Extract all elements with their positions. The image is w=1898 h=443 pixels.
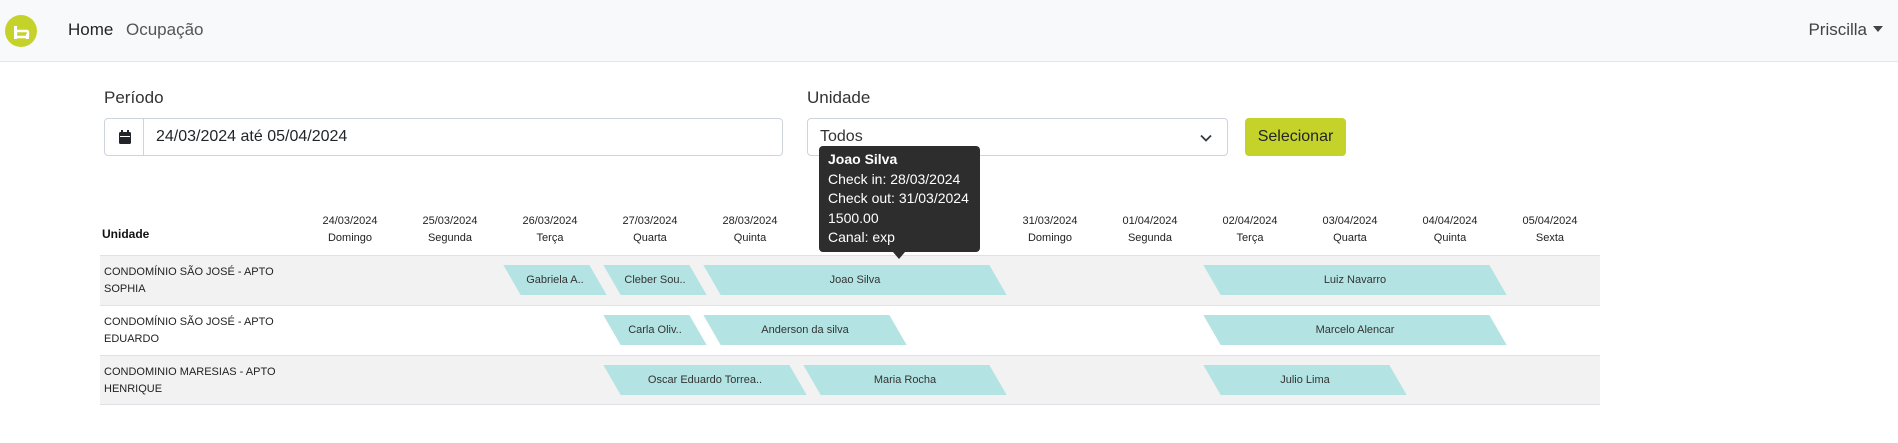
day-column-header: 28/03/2024 Quinta bbox=[700, 213, 800, 247]
booking-bar[interactable]: Maria Rocha bbox=[803, 365, 1007, 395]
booking-bar[interactable]: Joao Silva bbox=[703, 265, 1007, 295]
day-weekday: Domingo bbox=[1027, 232, 1073, 244]
calendar-icon bbox=[119, 130, 131, 144]
day-date: 31/03/2024 bbox=[1022, 215, 1078, 227]
caret-down-icon bbox=[1873, 26, 1883, 32]
day-date: 24/03/2024 bbox=[322, 215, 378, 227]
day-weekday: Terça bbox=[1236, 232, 1264, 244]
periodo-input-group: 24/03/2024 até 05/04/2024 bbox=[104, 118, 783, 156]
unit-name: CONDOMINIO MARESIAS - APTO HENRIQUE bbox=[104, 366, 276, 395]
day-date: 03/04/2024 bbox=[1322, 215, 1378, 227]
day-date: 27/03/2024 bbox=[622, 215, 678, 227]
unit-row: CONDOMÍNIO SÃO JOSÉ - APTO SOPHIA Gabriel… bbox=[100, 255, 1600, 305]
booking-bar[interactable]: Anderson da silva bbox=[703, 315, 907, 345]
tooltip-channel: Canal: exp bbox=[828, 229, 895, 245]
booking-guest-name: Maria Rocha bbox=[873, 374, 937, 386]
calendar-button[interactable] bbox=[104, 118, 144, 156]
day-column-header: 26/03/2024 Terça bbox=[500, 213, 600, 247]
day-date: 26/03/2024 bbox=[522, 215, 578, 227]
day-column-header: 25/03/2024 Segunda bbox=[400, 213, 500, 247]
booking-bar[interactable]: Carla Oliv.. bbox=[603, 315, 707, 345]
day-weekday: Segunda bbox=[1127, 232, 1173, 244]
booking-bar[interactable]: Luiz Navarro bbox=[1203, 265, 1507, 295]
brand-logo[interactable] bbox=[5, 15, 37, 47]
day-date: 05/04/2024 bbox=[1522, 215, 1578, 227]
booking-guest-name: Cleber Sou.. bbox=[624, 274, 686, 286]
selecionar-button[interactable]: Selecionar bbox=[1245, 118, 1346, 156]
tooltip-value: 1500.00 bbox=[828, 209, 879, 226]
booking-guest-name: Oscar Eduardo Torrea.. bbox=[647, 374, 763, 386]
booking-bar[interactable]: Julio Lima bbox=[1203, 365, 1407, 395]
booking-bar[interactable]: Gabriela A.. bbox=[503, 265, 607, 295]
booking-guest-name: Joao Silva bbox=[829, 274, 881, 286]
day-column-header: 31/03/2024 Domingo bbox=[1000, 213, 1100, 247]
day-weekday: Quarta bbox=[633, 232, 667, 244]
nav-ocupacao-link[interactable]: Ocupação bbox=[126, 20, 204, 40]
booking-guest-name: Julio Lima bbox=[1280, 374, 1330, 386]
day-weekday: Segunda bbox=[427, 232, 473, 244]
tooltip-checkin: Check in: 28/03/2024 bbox=[828, 170, 961, 187]
booking-bar[interactable]: Oscar Eduardo Torrea.. bbox=[603, 365, 807, 395]
tooltip-checkout: Check out: 31/03/2024 bbox=[828, 190, 969, 206]
day-weekday: Quinta bbox=[733, 232, 767, 244]
user-name: Priscilla bbox=[1808, 20, 1867, 39]
day-column-header: 02/04/2024 Terça bbox=[1200, 213, 1300, 247]
booking-guest-name: Marcelo Alencar bbox=[1315, 324, 1395, 336]
day-weekday: Domingo bbox=[327, 232, 373, 244]
unit-name: CONDOMÍNIO SÃO JOSÉ - APTO EDUARDO bbox=[104, 316, 274, 345]
day-column-header: 04/04/2024 Quinta bbox=[1400, 213, 1500, 247]
unit-column-header: Unidade bbox=[102, 227, 150, 241]
unit-row: CONDOMÍNIO SÃO JOSÉ - APTO EDUARDO Carla … bbox=[100, 305, 1600, 355]
bed-icon bbox=[14, 26, 30, 39]
periodo-date-input[interactable]: 24/03/2024 até 05/04/2024 bbox=[143, 118, 783, 156]
day-column-header: 03/04/2024 Quarta bbox=[1300, 213, 1400, 247]
day-column-header: 01/04/2024 Segunda bbox=[1100, 213, 1200, 247]
day-date: 02/04/2024 bbox=[1222, 215, 1278, 227]
periodo-label: Período bbox=[104, 88, 164, 107]
day-column-header: 27/03/2024 Quarta bbox=[600, 213, 700, 247]
nav-home-link[interactable]: Home bbox=[68, 20, 113, 40]
day-date: 01/04/2024 bbox=[1122, 215, 1178, 227]
day-weekday: Quinta bbox=[1433, 232, 1467, 244]
booking-guest-name: Luiz Navarro bbox=[1323, 274, 1387, 286]
unidade-selected-value: Todos bbox=[820, 128, 863, 145]
day-date: 04/04/2024 bbox=[1422, 215, 1478, 227]
booking-guest-name: Carla Oliv.. bbox=[628, 324, 682, 336]
chevron-down-icon bbox=[1200, 134, 1212, 142]
unit-name: CONDOMÍNIO SÃO JOSÉ - APTO SOPHIA bbox=[104, 266, 274, 295]
day-weekday: Quarta bbox=[1333, 232, 1367, 244]
day-column-header: 05/04/2024 Sexta bbox=[1500, 213, 1600, 247]
tooltip-guest-name: Joao Silva bbox=[828, 151, 898, 167]
day-column-header: 24/03/2024 Domingo bbox=[300, 213, 400, 247]
booking-tooltip: Joao Silva Check in: 28/03/2024 Check ou… bbox=[819, 146, 980, 252]
user-menu-dropdown[interactable]: Priscilla bbox=[1808, 20, 1883, 40]
unidade-label: Unidade bbox=[807, 88, 871, 107]
booking-bar[interactable]: Cleber Sou.. bbox=[603, 265, 707, 295]
day-weekday: Sexta bbox=[1535, 232, 1565, 244]
tooltip-arrow bbox=[893, 252, 905, 259]
booking-bar[interactable]: Marcelo Alencar bbox=[1203, 315, 1507, 345]
unit-row: CONDOMINIO MARESIAS - APTO HENRIQUE Oscar… bbox=[100, 355, 1600, 405]
top-navbar: Home Ocupação Priscilla bbox=[0, 0, 1898, 62]
booking-guest-name: Gabriela A.. bbox=[526, 274, 584, 286]
day-date: 25/03/2024 bbox=[422, 215, 478, 227]
day-date: 28/03/2024 bbox=[722, 215, 778, 227]
booking-guest-name: Anderson da silva bbox=[761, 324, 849, 336]
day-weekday: Terça bbox=[536, 232, 564, 244]
